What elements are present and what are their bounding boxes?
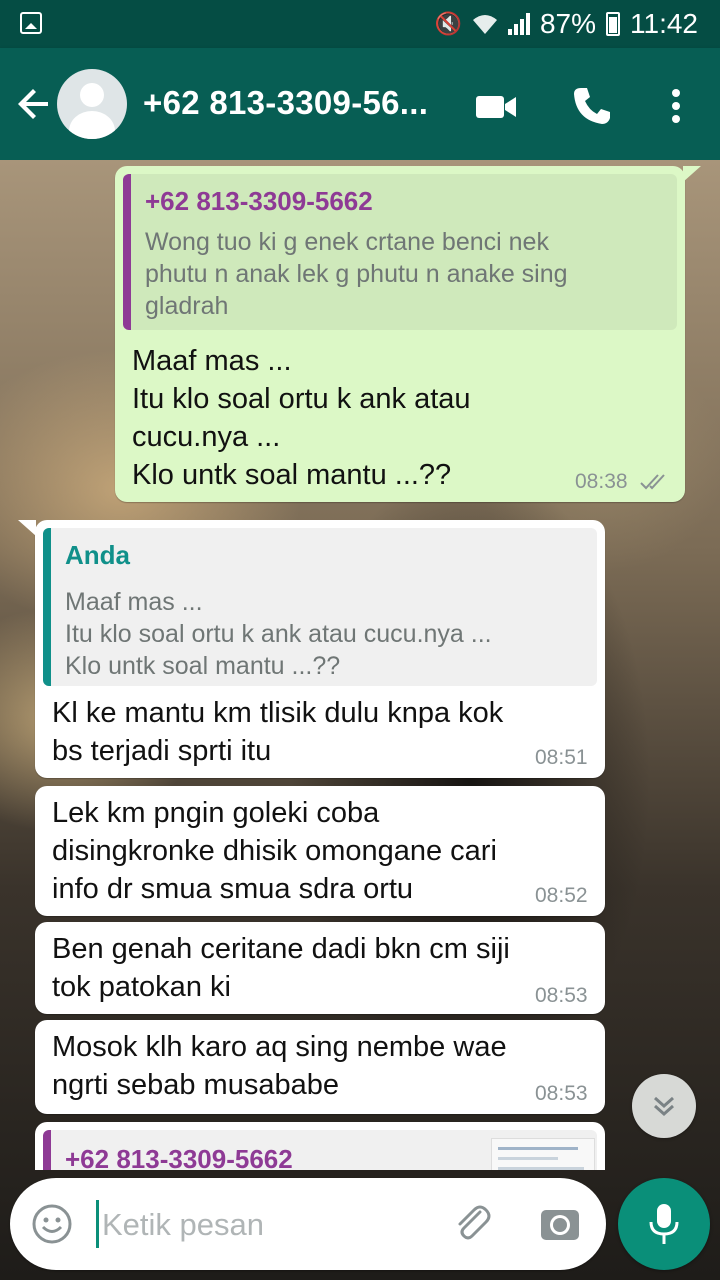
- quoted-message[interactable]: +62 813-3309-5662 Wong tuo ki g enek crt…: [123, 174, 677, 330]
- status-bar: 🔇 87% 11:42: [0, 0, 720, 48]
- quote-thumbnail: [491, 1138, 595, 1170]
- message-text: Mosok klh karo aq sing nembe wae: [52, 1031, 507, 1063]
- quote-bar: [123, 174, 131, 330]
- chat-header: +62 813-3309-56...: [0, 48, 720, 160]
- message-text: cucu.nya ...: [132, 421, 281, 453]
- message-input[interactable]: [100, 1200, 444, 1250]
- message-time: 08:53: [535, 984, 588, 1007]
- mute-icon: 🔇: [434, 11, 462, 36]
- clock: 11:42: [630, 8, 698, 39]
- message-bubble-incoming[interactable]: Mosok klh karo aq sing nembe wae ngrti s…: [35, 1020, 605, 1114]
- quote-text: Maaf mas ...: [65, 588, 203, 616]
- quote-text: Wong tuo ki g enek crtane benci nek: [145, 228, 549, 256]
- scroll-to-bottom-button[interactable]: [632, 1074, 696, 1138]
- signal-icon: [507, 13, 530, 35]
- message-text: disingkronke dhisik omongane cari: [52, 835, 497, 867]
- battery-icon: [606, 12, 620, 36]
- avatar[interactable]: [57, 69, 127, 139]
- message-text: ngrti sebab musababe: [52, 1069, 339, 1101]
- message-compose-bar: [10, 1178, 606, 1270]
- message-text: Ben genah ceritane dadi bkn cm siji: [52, 933, 510, 965]
- message-text: Itu klo soal ortu k ank atau: [132, 383, 471, 415]
- bubble-tail: [683, 166, 701, 182]
- mic-button[interactable]: [618, 1178, 710, 1270]
- contact-name[interactable]: +62 813-3309-56...: [143, 84, 443, 122]
- bubble-tail: [18, 520, 36, 536]
- message-text: bs terjadi sprti itu: [52, 735, 272, 767]
- message-text: Kl ke mantu km tlisik dulu knpa kok: [52, 697, 504, 729]
- message-text: Lek km pngin goleki coba: [52, 797, 380, 829]
- chevron-double-down-icon: [654, 1096, 674, 1117]
- message-time: 08:53: [535, 1082, 588, 1105]
- message-text: tok patokan ki: [52, 971, 231, 1003]
- message-bubble-incoming[interactable]: Ben genah ceritane dadi bkn cm siji tok …: [35, 922, 605, 1014]
- double-check-icon: [640, 474, 665, 490]
- camera-icon[interactable]: [538, 1202, 582, 1246]
- attach-icon[interactable]: [450, 1202, 494, 1246]
- message-text: Klo untk soal mantu ...??: [132, 459, 452, 491]
- message-text: Maaf mas ...: [132, 345, 292, 377]
- phone-icon[interactable]: [570, 84, 614, 128]
- quote-text: Itu klo soal ortu k ank atau cucu.nya ..…: [65, 620, 492, 648]
- message-bubble-outgoing[interactable]: +62 813-3309-5662 Wong tuo ki g enek crt…: [115, 166, 701, 502]
- message-bubble-incoming[interactable]: Lek km pngin goleki coba disingkronke dh…: [35, 786, 605, 916]
- mic-icon: [649, 1204, 679, 1244]
- battery-percent: 87%: [539, 8, 596, 39]
- more-vert-icon[interactable]: [654, 84, 698, 128]
- quote-author: +62 813-3309-5662: [65, 1144, 293, 1170]
- back-arrow-icon[interactable]: [12, 82, 56, 126]
- quote-author: +62 813-3309-5662: [145, 186, 373, 216]
- quote-text: Klo untk soal mantu ...??: [65, 652, 341, 680]
- quote-bar: [43, 1130, 51, 1170]
- message-bubble-incoming[interactable]: +62 813-3309-5662: [35, 1122, 605, 1170]
- image-icon: [20, 12, 42, 34]
- quote-text: gladrah: [145, 292, 229, 320]
- message-time: 08:38: [575, 470, 628, 493]
- quoted-message[interactable]: +62 813-3309-5662: [43, 1130, 597, 1170]
- chat-messages[interactable]: +62 813-3309-5662 Wong tuo ki g enek crt…: [0, 160, 720, 1170]
- message-time: 08:52: [535, 884, 588, 907]
- wifi-icon: [472, 15, 497, 34]
- quote-text: phutu n anak lek g phutu n anake sing: [145, 260, 568, 288]
- message-bubble-incoming[interactable]: Anda Maaf mas ... Itu klo soal ortu k an…: [35, 520, 605, 778]
- quote-bar: [43, 528, 51, 686]
- message-time: 08:51: [535, 746, 588, 769]
- status-right: 🔇 87% 11:42: [435, 8, 698, 40]
- emoji-icon[interactable]: [30, 1202, 74, 1246]
- quote-author: Anda: [65, 540, 130, 570]
- video-call-icon[interactable]: [474, 84, 518, 128]
- quoted-message[interactable]: Anda Maaf mas ... Itu klo soal ortu k an…: [43, 528, 597, 686]
- text-caret: [96, 1200, 99, 1248]
- message-text: info dr smua smua sdra ortu: [52, 873, 414, 905]
